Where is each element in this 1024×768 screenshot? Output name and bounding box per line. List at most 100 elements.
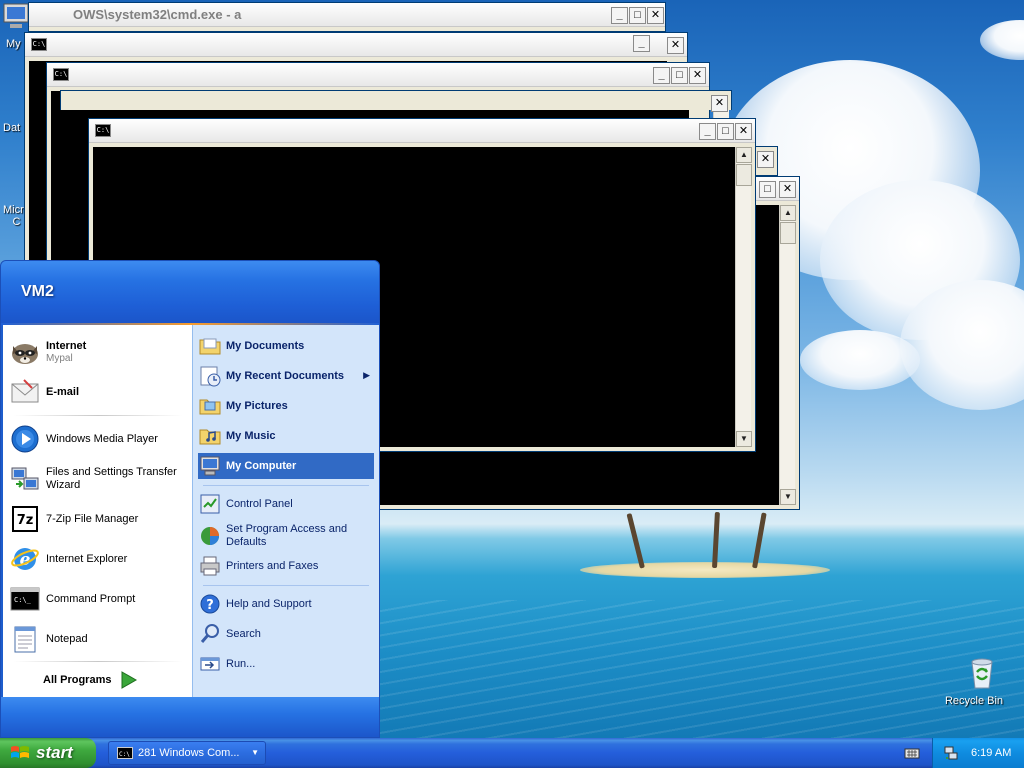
menu-item-label: Control Panel (226, 498, 293, 510)
run-icon (198, 652, 222, 676)
maximize-button[interactable]: □ (629, 7, 646, 24)
menu-item-set-program-access[interactable]: Set Program Access and Defaults (198, 521, 374, 551)
menu-item-sublabel: Mypal (46, 353, 73, 364)
menu-item-files-settings-transfer[interactable]: Files and Settings Transfer Wizard (9, 461, 189, 497)
microsoft-desktop-icon[interactable]: Micro C (0, 204, 30, 232)
window-title: OWS\system32\cmd.exe - a (73, 7, 242, 22)
close-button[interactable]: ✕ (711, 95, 728, 112)
menu-item-printers-faxes[interactable]: Printers and Faxes (198, 553, 374, 579)
minimize-button[interactable]: _ (653, 67, 670, 84)
internet-explorer-icon: e (9, 543, 41, 575)
keyboard-icon[interactable] (904, 745, 920, 761)
recycle-bin-label: Recycle Bin (944, 695, 1004, 707)
menu-item-label: My Music (226, 430, 276, 442)
submenu-arrow-icon: ▶ (363, 370, 370, 380)
scroll-thumb[interactable] (780, 222, 796, 244)
menu-item-label: My Documents (226, 340, 305, 352)
help-icon: ? (198, 592, 222, 616)
network-icon[interactable] (943, 745, 959, 761)
my-computer-desktop-icon[interactable]: My (0, 2, 29, 50)
desktop-icon-label: Dat (3, 122, 21, 134)
menu-item-my-recent-documents[interactable]: My Recent Documents ▶ (198, 363, 374, 389)
menu-item-email[interactable]: E-mail (9, 373, 189, 411)
menu-item-search[interactable]: Search (198, 621, 374, 647)
menu-item-my-pictures[interactable]: My Pictures (198, 393, 374, 419)
menu-item-label: E-mail (46, 385, 80, 398)
cmd-icon: C:\ (31, 38, 47, 51)
scroll-up-button[interactable]: ▲ (736, 147, 752, 163)
menu-item-label: Windows Media Player (46, 432, 158, 445)
menu-item-my-documents[interactable]: My Documents (198, 333, 374, 359)
close-button[interactable]: ✕ (647, 7, 664, 24)
close-button[interactable]: ✕ (689, 67, 706, 84)
menu-item-label: 7-Zip File Manager (46, 512, 139, 525)
raccoon-icon (9, 336, 41, 368)
start-button[interactable]: start (0, 738, 96, 768)
start-menu-programs: Internet Mypal E-mail Windows Media Play… (3, 325, 192, 697)
svg-text:C:\_: C:\_ (14, 596, 32, 604)
scroll-down-button[interactable]: ▼ (780, 489, 796, 505)
scrollbar[interactable]: ▲ ▼ (735, 147, 752, 447)
taskbar[interactable]: start C:\ 281 Windows Com... ▼ 6:19 AM (0, 738, 1024, 768)
cmd-icon: C:\ (117, 747, 133, 759)
all-programs-button[interactable]: All Programs (43, 667, 153, 693)
menu-item-run[interactable]: Run... (198, 651, 374, 677)
title-bar[interactable]: C:\ _ ✕ (25, 33, 687, 57)
search-icon (198, 622, 222, 646)
menu-item-command-prompt[interactable]: C:\_ Command Prompt (9, 581, 189, 617)
start-menu-header: VM2 (1, 261, 379, 325)
menu-item-internet[interactable]: Internet Mypal (9, 333, 189, 371)
data-desktop-icon[interactable]: Dat (0, 120, 22, 140)
printer-icon (198, 554, 222, 578)
menu-item-label: Notepad (46, 632, 88, 645)
console-window[interactable]: ✕ (60, 90, 732, 112)
maximize-button[interactable]: □ (671, 67, 688, 84)
folder-icon (198, 334, 222, 358)
scroll-up-button[interactable]: ▲ (780, 205, 796, 221)
scrollbar[interactable]: ▲ ▼ (779, 205, 796, 505)
menu-item-label: Command Prompt (46, 592, 136, 605)
close-button[interactable]: ✕ (779, 181, 796, 198)
close-button[interactable]: ✕ (757, 151, 774, 168)
menu-item-my-music[interactable]: My Music (198, 423, 374, 449)
svg-text:C:\: C:\ (119, 751, 130, 758)
svg-text:7z: 7z (17, 513, 34, 528)
title-bar[interactable]: C:\ _ □ ✕ (47, 63, 709, 87)
separator (203, 485, 369, 486)
menu-item-help-support[interactable]: ? Help and Support (198, 591, 374, 617)
menu-item-internet-explorer[interactable]: e Internet Explorer (9, 541, 189, 577)
taskbar-button-windows-command[interactable]: C:\ 281 Windows Com... ▼ (108, 741, 266, 765)
cloud (800, 330, 920, 390)
scroll-thumb[interactable] (736, 164, 752, 186)
maximize-button[interactable]: □ (759, 181, 776, 198)
start-menu-places: My Documents My Recent Documents ▶ My Pi… (192, 325, 379, 697)
close-button[interactable]: ✕ (667, 37, 684, 54)
menu-item-windows-media-player[interactable]: Windows Media Player (9, 421, 189, 457)
menu-item-control-panel[interactable]: Control Panel (198, 491, 374, 517)
menu-item-label: Internet Explorer (46, 552, 128, 565)
minimize-button[interactable]: _ (633, 35, 650, 52)
menu-item-7zip[interactable]: 7z 7-Zip File Manager (9, 501, 189, 537)
cmd-icon: C:\ (95, 124, 111, 137)
recent-documents-icon (198, 364, 222, 388)
title-bar[interactable]: OWS\system32\cmd.exe - a _ □ ✕ (29, 3, 665, 27)
menu-item-label: Run... (226, 658, 256, 670)
music-folder-icon (198, 424, 222, 448)
console-window[interactable]: OWS\system32\cmd.exe - a _ □ ✕ (28, 2, 666, 32)
minimize-button[interactable]: _ (611, 7, 628, 24)
scroll-down-button[interactable]: ▼ (736, 431, 752, 447)
menu-item-label: Set Program Access and Defaults (226, 523, 348, 548)
separator (13, 415, 183, 416)
minimize-button[interactable]: _ (699, 123, 716, 140)
title-bar[interactable]: C:\ _ □ ✕ (89, 119, 755, 143)
computer-icon (198, 454, 222, 478)
recycle-bin-icon[interactable]: Recycle Bin (942, 656, 1006, 707)
menu-item-notepad[interactable]: Notepad (9, 621, 189, 657)
menu-item-label: Search (226, 628, 261, 640)
pictures-folder-icon (198, 394, 222, 418)
clock[interactable]: 6:19 AM (971, 747, 1011, 759)
start-menu[interactable]: VM2 Internet Mypal E-mail Windows Media … (0, 260, 380, 738)
maximize-button[interactable]: □ (717, 123, 734, 140)
close-button[interactable]: ✕ (735, 123, 752, 140)
menu-item-my-computer[interactable]: My Computer (198, 453, 374, 479)
